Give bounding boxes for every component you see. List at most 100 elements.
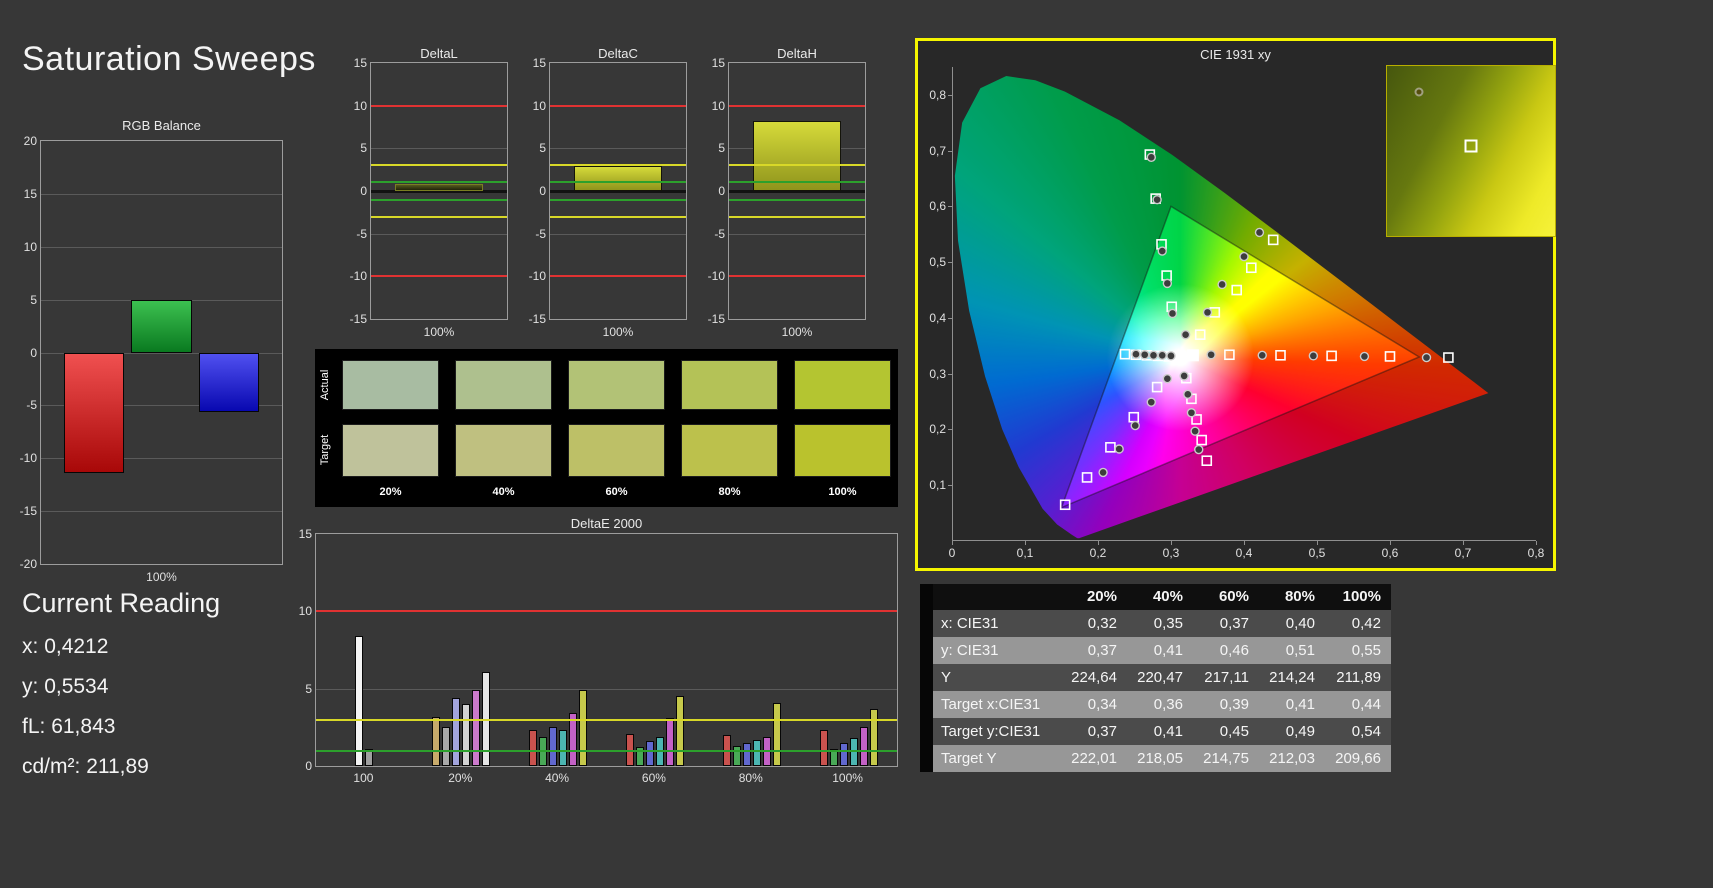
y-tick-label: 15 (353, 56, 367, 70)
table-value: 0,34 (1087, 696, 1117, 713)
measured-point (1421, 352, 1432, 363)
y-tick-label: 0 (360, 184, 367, 198)
y-tick-label: 5 (539, 141, 546, 156)
table-value: 217,11 (1204, 669, 1249, 686)
table-value: 0,35 (1153, 615, 1183, 632)
target-swatch (681, 424, 778, 477)
delta-c-chart: 15 10 5 0 -5 -10 -15 (529, 56, 687, 326)
y-tick-label: 0,2 (929, 422, 946, 437)
measured-point (1254, 227, 1265, 238)
target-point (1224, 349, 1235, 361)
deltae-bar (529, 730, 538, 766)
y-tick-label: -15 (349, 312, 367, 326)
y-tick-label: 0 (30, 345, 37, 360)
x-tick-label: 100% (832, 771, 863, 785)
y-tick-label: 5 (30, 292, 37, 307)
measured-point (1186, 408, 1197, 418)
saturation-results-table: 20% 40% 60% 80% 100% x: CIE31 0,32 0,35 0,37 0,40… (920, 584, 1391, 772)
saturation-swatches: Actual Target 20% 40% 60% 80% 100% (315, 349, 898, 507)
gridline (729, 233, 865, 235)
x-tick-label: 0 (948, 546, 956, 560)
gridline (41, 193, 282, 195)
table-value: 0,37 (1087, 642, 1117, 659)
measured-point (1308, 351, 1319, 361)
measured-point (1206, 350, 1216, 360)
row-label: Target y:CIE31 (941, 723, 1041, 740)
row-label: Target Y (941, 750, 997, 767)
target-point (1081, 472, 1093, 483)
table-value: 220,47 (1137, 669, 1183, 686)
reading-fl: fL: 61,843 (22, 715, 220, 739)
target-swatch (342, 424, 439, 477)
reference-line (729, 275, 865, 278)
table-value: 0,54 (1351, 723, 1381, 740)
measured-point (1167, 308, 1178, 319)
rgb-balance-xlabel: 100% (146, 570, 177, 584)
deltae-bar (829, 748, 838, 766)
y-tick-label: -5 (26, 398, 37, 413)
deltae-bar (472, 690, 481, 766)
table-corner-cell (920, 584, 933, 610)
target-point (1196, 434, 1207, 446)
measured-point (1217, 279, 1227, 290)
table-row: Target Y 222,01 218,05 214,75 212,03 209,66 (920, 745, 1391, 772)
reading-cdm2: cd/m²: 211,89 (22, 755, 220, 779)
row-marker-cell (920, 718, 933, 745)
column-header: 60% (1218, 588, 1249, 605)
column-header: 40% (1152, 588, 1183, 605)
table-value: 0,41 (1285, 696, 1315, 713)
table-value: 0,42 (1351, 615, 1381, 632)
y-tick-label: 0,7 (929, 143, 946, 158)
measured-point (1190, 426, 1200, 436)
delta-l-xlabel: 100% (423, 325, 455, 339)
x-tick-label: 0,5 (1308, 546, 1326, 560)
x-tick (1171, 541, 1172, 545)
y-tick-label: 5 (305, 681, 312, 696)
reference-line (550, 198, 686, 201)
reference-line (729, 164, 865, 167)
measured-point (1140, 350, 1150, 360)
delta-h-xlabel: 100% (781, 325, 813, 339)
reference-line (550, 215, 686, 218)
swatch-column-label: 60% (605, 486, 628, 498)
column-header: 100% (1342, 588, 1381, 605)
measured-point (1152, 195, 1162, 205)
x-tick-label: 0,7 (1454, 546, 1472, 560)
target-point (1275, 350, 1286, 361)
y-tick-label: -15 (19, 504, 37, 519)
reading-x-value: 0,4212 (44, 635, 109, 658)
measured-point (1114, 444, 1124, 454)
table-value: 209,66 (1335, 750, 1381, 767)
target-swatch (568, 424, 665, 477)
target-point (1119, 348, 1131, 360)
y-tick-label: 0,3 (929, 366, 946, 381)
delta-bar (395, 184, 483, 191)
reading-y: y: 0,5534 (22, 675, 220, 699)
delta-bar (574, 166, 662, 191)
current-target-marker (1186, 349, 1199, 362)
zoom-inset (1386, 65, 1556, 237)
y-tick-label: 5 (718, 141, 725, 156)
y-tick-label: 15 (23, 186, 37, 201)
actual-swatch (568, 360, 665, 410)
y-tick-label: -5 (535, 226, 546, 241)
column-header: 80% (1284, 588, 1315, 605)
y-tick-label: 5 (360, 141, 367, 156)
table-value: 0,51 (1285, 642, 1315, 659)
y-tick-label: -20 (19, 557, 37, 571)
rgb-balance-chart: 20 15 10 5 0 -5 -10 -15 -20 (20, 134, 283, 571)
rgb-bar-red (63, 352, 125, 474)
y-tick-label: 0,4 (929, 310, 946, 325)
measured-point (1194, 444, 1204, 455)
reference-line (316, 610, 897, 613)
target-point (1194, 329, 1206, 340)
table-header-label-cell (933, 584, 1061, 610)
y-tick-label: -5 (714, 226, 725, 241)
deltae-bar (432, 716, 441, 766)
x-tick-label: 100 (353, 771, 374, 785)
x-tick-label: 0,8 (1527, 546, 1545, 560)
actual-swatch (794, 360, 891, 410)
x-tick-label: 80% (738, 771, 763, 785)
y-tick-label: 15 (298, 527, 312, 541)
actual-swatch (455, 360, 552, 410)
